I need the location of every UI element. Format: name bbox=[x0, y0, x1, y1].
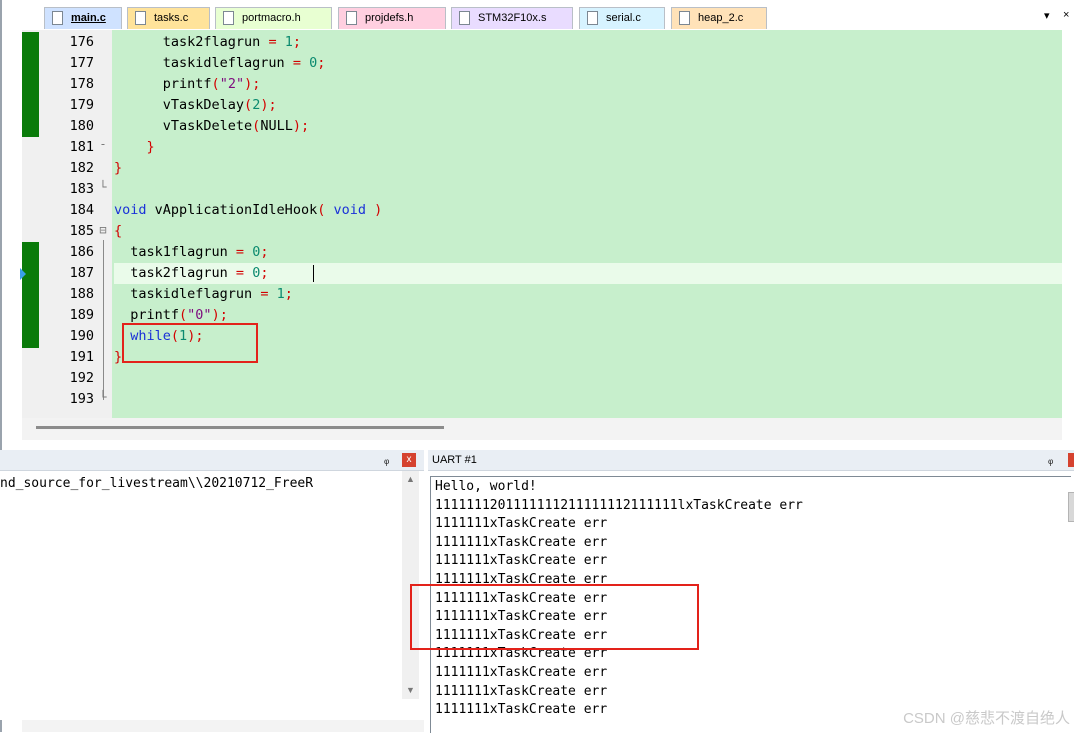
file-icon bbox=[223, 11, 234, 25]
scrollbar-thumb[interactable] bbox=[36, 426, 444, 429]
current-line-arrow-icon bbox=[20, 268, 26, 280]
uart-line: 1111111xTaskCreate err bbox=[435, 553, 608, 569]
uart-line: 1111111xTaskCreate err bbox=[435, 534, 608, 550]
code-line-181: } bbox=[146, 139, 155, 155]
line-number: 184 bbox=[69, 202, 94, 218]
line-number: 190 bbox=[69, 328, 94, 344]
uart-line: 1111111xTaskCreate err bbox=[435, 702, 608, 718]
file-icon bbox=[587, 11, 598, 25]
tab-label: tasks.c bbox=[154, 12, 189, 24]
tab-stm32f10x-s[interactable]: STM32F10x.s bbox=[451, 7, 573, 29]
line-number: 181 bbox=[69, 139, 94, 155]
tab-label: heap_2.c bbox=[698, 12, 744, 24]
code-line-185: { bbox=[114, 223, 123, 239]
code-line-178: printf("2"); bbox=[114, 76, 261, 92]
tab-label: serial.c bbox=[606, 12, 641, 24]
highlight-box bbox=[410, 584, 699, 650]
fold-end-marker: └ bbox=[99, 390, 107, 404]
tab-label: projdefs.h bbox=[365, 12, 414, 24]
tab-dropdown-icon[interactable]: ▾ bbox=[1044, 9, 1050, 22]
code-line-184: void vApplicationIdleHook( void ) bbox=[114, 202, 383, 218]
code-line-177: taskidleflagrun = 0; bbox=[114, 55, 326, 71]
pane-title-bar: ᵠ x bbox=[0, 450, 424, 471]
line-number: 176 bbox=[69, 34, 94, 50]
file-icon bbox=[679, 11, 690, 25]
file-icon bbox=[459, 11, 470, 25]
fold-end-marker: └ bbox=[99, 180, 107, 194]
code-line-182: } bbox=[114, 160, 123, 176]
tab-label: main.c bbox=[71, 12, 106, 24]
code-line-187: task2flagrun = 0; bbox=[114, 265, 269, 281]
line-number: 187 bbox=[69, 265, 94, 281]
uart-line: 1111111xTaskCreate err bbox=[435, 665, 608, 680]
tab-projdefs-h[interactable]: projdefs.h bbox=[338, 7, 446, 29]
fold-collapse-icon[interactable]: ⊟ bbox=[97, 223, 109, 237]
uart-line: 1111111201111111211111112111111lxTaskCre… bbox=[435, 497, 803, 513]
line-number: 188 bbox=[69, 286, 94, 302]
uart-line: 1111111xTaskCreate err bbox=[435, 516, 608, 532]
line-number: 193 bbox=[69, 391, 94, 407]
close-pane-button[interactable] bbox=[1068, 453, 1074, 467]
uart-title: UART #1 bbox=[432, 454, 477, 466]
fold-end-marker: - bbox=[99, 137, 107, 151]
code-line-188: taskidleflagrun = 1; bbox=[114, 286, 293, 302]
tab-serial-c[interactable]: serial.c bbox=[579, 7, 665, 29]
output-text: nd_source_for_livestream\\20210712_FreeR bbox=[0, 476, 314, 491]
tab-label: STM32F10x.s bbox=[478, 12, 547, 24]
code-line-186: task1flagrun = 0; bbox=[114, 244, 269, 260]
watermark: CSDN @慈悲不渡自绝人 bbox=[903, 710, 1070, 727]
editor-tab-bar: main.c tasks.c portmacro.h projdefs.h ST… bbox=[22, 4, 1074, 30]
tab-heap-2-c[interactable]: heap_2.c bbox=[671, 7, 767, 29]
line-number: 191 bbox=[69, 349, 94, 365]
file-icon bbox=[346, 11, 357, 25]
tab-close-icon[interactable]: × bbox=[1063, 9, 1069, 21]
code-line-180: vTaskDelete(NULL); bbox=[114, 118, 310, 134]
line-number: 192 bbox=[69, 370, 94, 386]
pin-icon[interactable]: ᵠ bbox=[384, 453, 389, 473]
line-number: 178 bbox=[69, 76, 94, 92]
highlight-box bbox=[122, 323, 258, 363]
build-output-pane: ᵠ x nd_source_for_livestream\\20210712_F… bbox=[0, 450, 424, 720]
pin-icon[interactable]: ᵠ bbox=[1048, 453, 1053, 473]
horizontal-scrollbar[interactable] bbox=[22, 720, 424, 732]
file-icon bbox=[135, 11, 146, 25]
editor-horizontal-scrollbar[interactable] bbox=[22, 418, 1062, 440]
line-number: 185 bbox=[69, 223, 94, 239]
line-number: 186 bbox=[69, 244, 94, 260]
code-line-191: } bbox=[114, 349, 123, 365]
line-number: 179 bbox=[69, 97, 94, 113]
uart-line: 1111111xTaskCreate err bbox=[435, 683, 608, 699]
line-number: 182 bbox=[69, 160, 94, 176]
uart-scrollbar-thumb[interactable] bbox=[1068, 492, 1074, 522]
line-number: 177 bbox=[69, 55, 94, 71]
line-number: 180 bbox=[69, 118, 94, 134]
scroll-up-icon[interactable]: ▲ bbox=[406, 474, 415, 484]
tab-portmacro-h[interactable]: portmacro.h bbox=[215, 7, 332, 29]
close-pane-button[interactable]: x bbox=[402, 453, 416, 467]
line-number: 189 bbox=[69, 307, 94, 323]
uart-line: Hello, world! bbox=[435, 479, 537, 494]
tab-tasks-c[interactable]: tasks.c bbox=[127, 7, 210, 29]
code-line-179: vTaskDelay(2); bbox=[114, 97, 277, 113]
code-line-176: task2flagrun = 1; bbox=[114, 34, 301, 50]
scroll-down-icon[interactable]: ▼ bbox=[406, 685, 415, 695]
tab-label: portmacro.h bbox=[242, 12, 301, 24]
text-cursor bbox=[313, 265, 314, 282]
uart-title-bar: UART #1 ᵠ bbox=[428, 450, 1074, 471]
fold-line bbox=[103, 240, 104, 380]
uart-pane: UART #1 ᵠ Hello, world! 11111112011111112… bbox=[410, 450, 1074, 733]
line-number: 183 bbox=[69, 181, 94, 197]
code-editor[interactable]: 176 177 178 179 180 181 182 183 184 185 186 187 188 1… bbox=[22, 30, 1062, 418]
file-icon bbox=[52, 11, 63, 25]
tab-main-c[interactable]: main.c bbox=[44, 7, 122, 29]
